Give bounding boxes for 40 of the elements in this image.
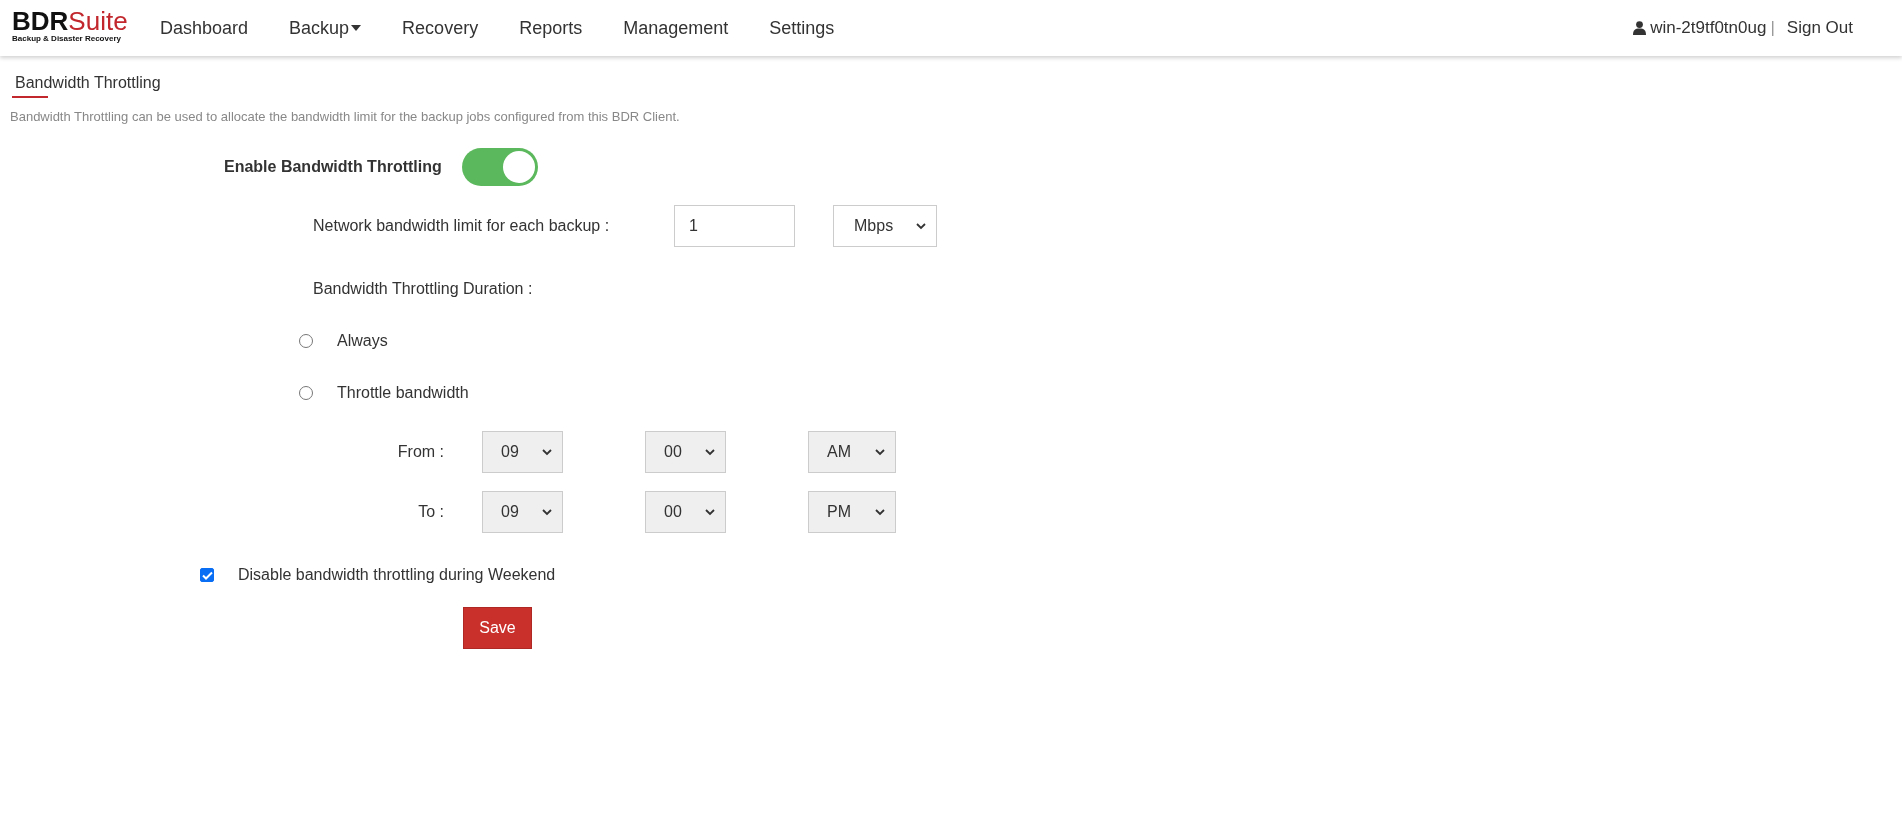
minute-dropdown[interactable]: 00 <box>645 491 726 533</box>
user-icon <box>1633 21 1647 35</box>
chevron-down-icon <box>542 508 552 516</box>
checkbox-label: Disable bandwidth throttling during Weekend <box>238 566 556 584</box>
time-label: To : <box>417 503 444 521</box>
nav-menu-item[interactable]: Reports <box>519 17 583 39</box>
chevron-down-icon <box>875 448 885 456</box>
radio-label: Always <box>337 332 388 350</box>
radio-label: Throttle bandwidth <box>337 384 469 402</box>
nav-menu-item[interactable]: Settings <box>769 17 835 39</box>
minute-dropdown[interactable]: 00 <box>645 431 726 473</box>
time-label: From : <box>396 443 444 461</box>
nav-menu-item[interactable]: Dashboard <box>160 17 249 39</box>
logo-tagline: Backup & Disaster Recovery <box>12 33 122 43</box>
save-button[interactable]: Save <box>463 607 532 649</box>
unit-dropdown[interactable]: Mbps <box>833 205 937 247</box>
nav-menu-item[interactable]: Management <box>623 17 729 39</box>
hour-dropdown[interactable]: 09 <box>482 491 563 533</box>
toggle-switch[interactable] <box>461 148 538 186</box>
nav-menu-item[interactable]: Recovery <box>402 17 479 39</box>
sign-out-link[interactable]: Sign Out <box>1786 18 1853 38</box>
chevron-down-icon <box>705 448 715 456</box>
period-dropdown[interactable]: PM <box>808 491 896 533</box>
page-description: Bandwidth Throttling can be used to allocate the bandwidth limit for the backup jobs configured from this BDR Client. <box>10 109 681 124</box>
logo-wordmark[interactable]: BDRSuite <box>12 7 147 34</box>
nav-menu-item[interactable]: Backup <box>289 17 362 39</box>
username-text: win-2t9tf0tn0ug <box>1650 18 1767 38</box>
bandwidth-input[interactable]: 1 <box>674 205 795 247</box>
section-label: Bandwidth Throttling Duration : <box>313 280 534 298</box>
field-label: Network bandwidth limit for each backup : <box>313 217 611 235</box>
separator-text: | <box>1770 18 1775 38</box>
hour-dropdown[interactable]: 09 <box>482 431 563 473</box>
checkbox[interactable] <box>200 568 214 582</box>
period-dropdown[interactable]: AM <box>808 431 896 473</box>
chevron-down-icon <box>875 508 885 516</box>
toggle-label: Enable Bandwidth Throttling <box>224 158 442 176</box>
chevron-down-icon <box>916 222 926 230</box>
chevron-down-icon <box>705 508 715 516</box>
page-title: Bandwidth Throttling <box>15 74 162 92</box>
chevron-down-icon <box>542 448 552 456</box>
